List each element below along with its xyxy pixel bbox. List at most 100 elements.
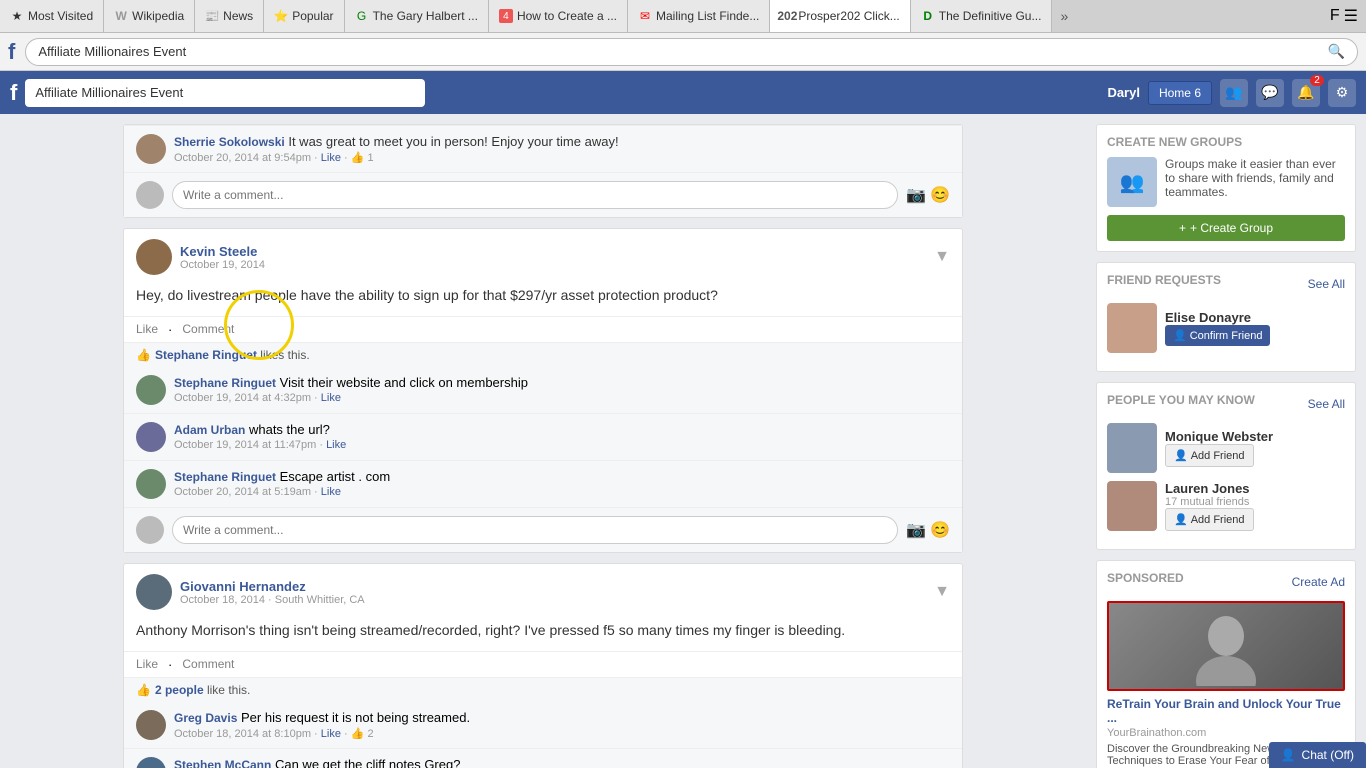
tab-mailing-list[interactable]: ✉ Mailing List Finde... xyxy=(628,0,770,33)
create-group-button[interactable]: + + Create Group xyxy=(1107,215,1345,241)
friend-requests-header: FRIEND REQUESTS See All xyxy=(1107,273,1345,295)
comment-item: Adam Urban whats the url? October 19, 20… xyxy=(124,414,962,461)
confirm-friend-button[interactable]: 👤 Confirm Friend xyxy=(1165,325,1270,346)
like-link[interactable]: Like xyxy=(136,657,158,672)
comment-link[interactable]: Comment xyxy=(182,657,234,672)
tab-definitive-gu[interactable]: D The Definitive Gu... xyxy=(911,0,1053,33)
see-all-friends-link[interactable]: See All xyxy=(1308,277,1345,291)
avatar xyxy=(136,134,166,164)
comment-link[interactable]: Comment xyxy=(182,322,234,337)
post-options-button[interactable]: ▼ xyxy=(934,583,950,601)
comment-meta: October 20, 2014 at 9:54pm · Like · 👍 1 xyxy=(174,151,950,164)
people-you-may-know-section: PEOPLE YOU MAY KNOW See All Monique Webs… xyxy=(1096,382,1356,550)
popular-icon: ⭐ xyxy=(274,9,288,23)
person-name: Lauren Jones xyxy=(1165,481,1254,496)
comment-author: Greg Davis xyxy=(174,711,237,725)
comment-author: Stephen McCann xyxy=(174,758,271,768)
nav-username: Daryl xyxy=(1107,85,1140,100)
mutual-friends: 17 mutual friends xyxy=(1165,496,1254,508)
action-separator: · xyxy=(168,322,172,337)
address-bar[interactable]: Affiliate Millionaires Event 🔍 xyxy=(25,38,1358,66)
write-comment-avatar xyxy=(136,181,164,209)
ad-title[interactable]: ReTrain Your Brain and Unlock Your True … xyxy=(1107,697,1345,725)
notifications-icon[interactable]: 🔔 2 xyxy=(1292,79,1320,107)
friend-request-item: Elise Donayre 👤 Confirm Friend xyxy=(1107,303,1345,353)
see-all-people-link[interactable]: See All xyxy=(1308,397,1345,411)
comment-body: Stephen McCann Can we get the cliff note… xyxy=(174,757,950,768)
feed-area[interactable]: Sherrie Sokolowski It was great to meet … xyxy=(0,114,1086,768)
messages-icon[interactable]: 💬 xyxy=(1256,79,1284,107)
thumb-icon: 👍 xyxy=(136,348,151,362)
menu-icon[interactable]: ☰ xyxy=(1344,6,1358,26)
person-icon: 👤 xyxy=(1174,449,1188,462)
like-link[interactable]: Like xyxy=(321,486,341,498)
like-link[interactable]: Like xyxy=(321,392,341,404)
search-icon: 🔍 xyxy=(1328,43,1345,60)
comment-like-link[interactable]: Like xyxy=(321,152,341,164)
create-ad-link[interactable]: Create Ad xyxy=(1292,575,1345,589)
tab-prosper202[interactable]: 202 Prosper202 Click... xyxy=(770,0,910,33)
post-actions: Like · Comment xyxy=(124,651,962,677)
action-separator: · xyxy=(168,657,172,672)
facebook-logo: f xyxy=(8,39,15,65)
comment-item: Stephane Ringuet Visit their website and… xyxy=(124,367,962,414)
fb-search-input[interactable] xyxy=(25,79,425,107)
fb-nav-right: Daryl Home 6 👥 💬 🔔 2 ⚙ xyxy=(1107,79,1356,107)
chat-icon: 👤 xyxy=(1281,748,1296,762)
sponsored-header: SPONSORED Create Ad xyxy=(1107,571,1345,593)
comment-thread: 👍 2 people like this. Greg Davis Pe xyxy=(124,677,962,768)
tab-gary-halbert[interactable]: G The Gary Halbert ... xyxy=(345,0,489,33)
ad-image[interactable] xyxy=(1107,601,1345,691)
write-comment-input[interactable] xyxy=(172,516,898,544)
post-giovanni-hernandez: Giovanni Hernandez October 18, 2014 · So… xyxy=(123,563,963,768)
add-friend-button[interactable]: 👤 Add Friend xyxy=(1165,508,1254,531)
post-date: October 19, 2014 xyxy=(180,259,926,271)
avatar xyxy=(136,574,172,610)
settings-icon[interactable]: ⚙ xyxy=(1328,79,1356,107)
create-groups-section: CREATE NEW GROUPS 👥 Groups make it easie… xyxy=(1096,124,1356,252)
tab-wikipedia[interactable]: W Wikipedia xyxy=(104,0,195,33)
write-comment-input[interactable] xyxy=(172,181,898,209)
likes-text: 2 people like this. xyxy=(155,683,250,697)
friends-icon[interactable]: 👥 xyxy=(1220,79,1248,107)
tab-popular[interactable]: ⭐ Popular xyxy=(264,0,344,33)
comment-body: Stephane Ringuet Escape artist . com Oct… xyxy=(174,469,950,499)
likes-bar: 👍 Stephane Ringuet likes this. xyxy=(124,343,962,367)
camera-icon[interactable]: 📷 xyxy=(906,185,926,205)
tab-how-to-create[interactable]: 4 How to Create a ... xyxy=(489,0,628,33)
more-tabs-button[interactable]: » xyxy=(1052,8,1076,24)
sponsored-section: SPONSORED Create Ad ReTrain Your Brain a… xyxy=(1096,560,1356,768)
post-header: Kevin Steele October 19, 2014 ▼ xyxy=(124,229,962,285)
emoji-icon[interactable]: 😊 xyxy=(930,185,950,205)
like-link[interactable]: Like xyxy=(136,322,158,337)
group-icon: 👥 xyxy=(1107,157,1157,207)
friend-name: Elise Donayre xyxy=(1165,310,1270,325)
chat-bar[interactable]: 👤 Chat (Off) xyxy=(1269,742,1366,768)
like-link[interactable]: Like xyxy=(321,728,341,740)
comment-thread: 👍 Stephane Ringuet likes this. Stephane … xyxy=(124,342,962,552)
comment-body: Sherrie Sokolowski It was great to meet … xyxy=(174,134,950,164)
post-header: Giovanni Hernandez October 18, 2014 · So… xyxy=(124,564,962,620)
extensions-icon[interactable]: F xyxy=(1330,7,1340,25)
comment-meta: October 20, 2014 at 5:19am · Like xyxy=(174,486,950,498)
like-link[interactable]: Like xyxy=(326,439,346,451)
post-author: Giovanni Hernandez xyxy=(180,579,926,594)
people-item: Monique Webster 👤 Add Friend xyxy=(1107,423,1345,473)
main-layout: Sherrie Sokolowski It was great to meet … xyxy=(0,114,1366,768)
avatar xyxy=(136,375,166,405)
tab-most-visited[interactable]: ★ Most Visited xyxy=(0,0,104,33)
write-comment-icons: 📷 😊 xyxy=(906,185,950,205)
tab-news[interactable]: 📰 News xyxy=(195,0,264,33)
post-actions: Like · Comment xyxy=(124,316,962,342)
comment-meta: October 19, 2014 at 4:32pm · Like xyxy=(174,392,950,404)
create-group-info: 👥 Groups make it easier than ever to sha… xyxy=(1107,157,1345,207)
person-icon: 👤 xyxy=(1174,513,1188,526)
create-groups-title: CREATE NEW GROUPS xyxy=(1107,135,1345,149)
post-options-button[interactable]: ▼ xyxy=(934,248,950,266)
notification-badge: 2 xyxy=(1310,75,1324,86)
camera-icon[interactable]: 📷 xyxy=(906,520,926,540)
comment-author: Stephane Ringuet xyxy=(174,470,276,484)
emoji-icon[interactable]: 😊 xyxy=(930,520,950,540)
add-friend-button[interactable]: 👤 Add Friend xyxy=(1165,444,1254,467)
home-button[interactable]: Home 6 xyxy=(1148,81,1212,105)
